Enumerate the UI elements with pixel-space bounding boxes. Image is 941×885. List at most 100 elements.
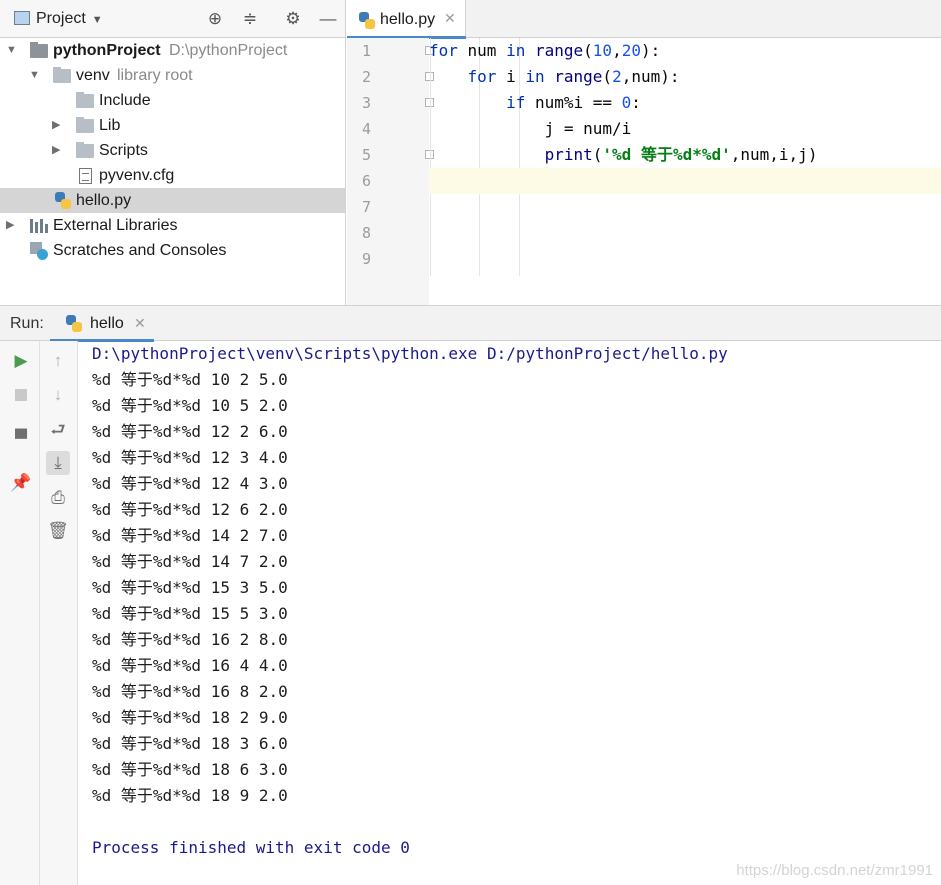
tree-item-hello-py[interactable]: hello.py bbox=[0, 188, 345, 213]
line-number-gutter: 1 2 3 4 5 6 7 8 9 bbox=[347, 38, 434, 305]
tree-item-hint: library root bbox=[117, 67, 193, 84]
tree-item-venv[interactable]: ▼ venv library root bbox=[0, 63, 345, 88]
project-icon bbox=[14, 11, 30, 25]
number-literal: 0 bbox=[621, 93, 632, 112]
up-arrow-icon[interactable]: ↑ bbox=[46, 349, 70, 373]
rerun-icon[interactable]: ▶ bbox=[9, 349, 33, 373]
tree-item-label: venv bbox=[76, 67, 110, 84]
console-line: %d 等于%d*%d 16 2 8.0 bbox=[92, 630, 288, 649]
console-line: %d 等于%d*%d 10 5 2.0 bbox=[92, 396, 288, 415]
console-line: %d 等于%d*%d 12 3 4.0 bbox=[92, 448, 288, 467]
code-text: ( bbox=[602, 67, 613, 86]
code-line-2[interactable]: for i in range(2,num): bbox=[429, 64, 941, 90]
string-literal: '%d 等于%d*%d' bbox=[602, 145, 731, 164]
tree-item-lib[interactable]: ▶ Lib bbox=[0, 113, 345, 138]
tree-item-pythonproject[interactable]: ▼ pythonProject D:\pythonProject bbox=[0, 38, 345, 63]
tab-hello-py[interactable]: hello.py ✕ bbox=[347, 0, 466, 39]
code-text: ( bbox=[592, 145, 603, 164]
chevron-down-icon: ▼ bbox=[91, 14, 103, 26]
code-line-6-current[interactable] bbox=[429, 168, 941, 194]
print-icon[interactable]: ⎙ bbox=[46, 486, 70, 510]
folder-icon bbox=[76, 117, 94, 133]
soft-wrap-icon[interactable]: ⮐ bbox=[46, 418, 70, 442]
tree-item-scripts[interactable]: ▶ Scripts bbox=[0, 138, 345, 163]
folder-icon bbox=[76, 92, 94, 108]
watermark: https://blog.csdn.net/zmr1991 bbox=[736, 862, 933, 879]
line-number: 5 bbox=[361, 146, 371, 164]
line-number: 6 bbox=[361, 172, 371, 190]
console-line: %d 等于%d*%d 18 6 3.0 bbox=[92, 760, 288, 779]
tree-item-scratches[interactable]: Scratches and Consoles bbox=[0, 238, 345, 263]
tree-item-pyvenv-cfg[interactable]: pyvenv.cfg bbox=[0, 163, 345, 188]
line-number: 4 bbox=[361, 120, 371, 138]
console-line: %d 等于%d*%d 18 2 9.0 bbox=[92, 708, 288, 727]
tree-item-label: Lib bbox=[99, 117, 121, 134]
hide-icon[interactable]: — bbox=[318, 9, 338, 29]
close-icon[interactable]: ✕ bbox=[444, 10, 456, 27]
collapsed-arrow-icon[interactable]: ▶ bbox=[52, 113, 64, 138]
console-line: %d 等于%d*%d 15 3 5.0 bbox=[92, 578, 288, 597]
number-literal: 20 bbox=[621, 41, 641, 60]
code-text: ): bbox=[640, 41, 661, 60]
builtin-function: range bbox=[554, 67, 603, 86]
editor-area: hello.py ✕ 1 2 3 4 5 6 7 8 9 for num in … bbox=[347, 0, 941, 305]
python-file-icon bbox=[55, 192, 71, 209]
gear-icon[interactable]: ⚙ bbox=[283, 9, 303, 29]
layout-icon[interactable]: ▀ bbox=[9, 427, 33, 451]
down-arrow-icon[interactable]: ↓ bbox=[46, 383, 70, 407]
keyword: for bbox=[429, 41, 458, 60]
close-icon[interactable]: ✕ bbox=[134, 315, 146, 332]
line-number: 1 bbox=[361, 42, 371, 60]
python-file-icon bbox=[66, 315, 82, 332]
console-line: %d 等于%d*%d 18 3 6.0 bbox=[92, 734, 288, 753]
folder-icon bbox=[53, 67, 71, 83]
collapsed-arrow-icon[interactable]: ▶ bbox=[52, 138, 64, 163]
console-line: %d 等于%d*%d 10 2 5.0 bbox=[92, 370, 288, 389]
code-text: num%i == bbox=[525, 93, 622, 112]
code-text: j = num/i bbox=[429, 119, 632, 138]
code-text: , bbox=[612, 41, 622, 60]
tree-item-external-libraries[interactable]: ▶ External Libraries bbox=[0, 213, 345, 238]
editor-tab-bar: hello.py ✕ bbox=[347, 0, 941, 39]
code-line-4[interactable]: j = num/i bbox=[429, 116, 941, 142]
collapse-all-icon[interactable]: ≑ bbox=[240, 9, 260, 29]
code-line-1[interactable]: for num in range(10,20): bbox=[429, 38, 941, 64]
stop-icon[interactable] bbox=[9, 383, 33, 407]
run-tab-label: hello bbox=[90, 315, 124, 332]
keyword: for bbox=[467, 67, 497, 86]
code-line-3[interactable]: if num%i == 0: bbox=[429, 90, 941, 116]
tree-item-include[interactable]: Include bbox=[0, 88, 345, 113]
python-file-icon bbox=[359, 12, 375, 29]
run-panel-header: Run: hello ✕ bbox=[0, 306, 941, 342]
number-literal: 2 bbox=[612, 67, 622, 86]
console-line: %d 等于%d*%d 12 2 6.0 bbox=[92, 422, 288, 441]
pin-icon[interactable]: 📌 bbox=[9, 471, 33, 495]
run-toolbar: ▶ ▀ 📌 ↑ ↓ ⮐ ⤓ ⎙ 🗑 bbox=[0, 341, 78, 885]
tab-label: hello.py bbox=[380, 11, 436, 28]
code-area[interactable]: for num in range(10,20): for i in range(… bbox=[429, 38, 941, 305]
builtin-function: range bbox=[534, 41, 584, 60]
run-tab-hello[interactable]: hello ✕ bbox=[50, 306, 154, 342]
expanded-arrow-icon[interactable]: ▼ bbox=[29, 63, 41, 88]
collapsed-arrow-icon[interactable]: ▶ bbox=[6, 213, 18, 238]
scratches-icon bbox=[30, 242, 48, 260]
console-command-line: D:\pythonProject\venv\Scripts\python.exe… bbox=[92, 344, 728, 363]
scroll-to-end-icon[interactable]: ⤓ bbox=[46, 451, 70, 475]
folder-icon bbox=[30, 42, 48, 58]
code-line-5[interactable]: print('%d 等于%d*%d',num,i,j) bbox=[429, 142, 941, 168]
console-line: %d 等于%d*%d 12 4 3.0 bbox=[92, 474, 288, 493]
tree-item-label: Scripts bbox=[99, 142, 148, 159]
locate-icon[interactable]: ⊕ bbox=[205, 9, 225, 29]
expanded-arrow-icon[interactable]: ▼ bbox=[6, 38, 18, 63]
console-output[interactable]: D:\pythonProject\venv\Scripts\python.exe… bbox=[92, 341, 941, 885]
console-line: %d 等于%d*%d 15 5 3.0 bbox=[92, 604, 288, 623]
project-panel-header: Project ▼ ⊕ ≑ ⚙ — bbox=[0, 0, 345, 38]
project-panel-title: Project bbox=[36, 10, 86, 27]
tree-item-label: pyvenv.cfg bbox=[99, 167, 175, 184]
trash-icon[interactable]: 🗑 bbox=[46, 519, 70, 543]
config-file-icon bbox=[79, 168, 92, 184]
project-view-selector[interactable]: Project ▼ bbox=[14, 10, 103, 28]
keyword: in bbox=[506, 41, 526, 60]
